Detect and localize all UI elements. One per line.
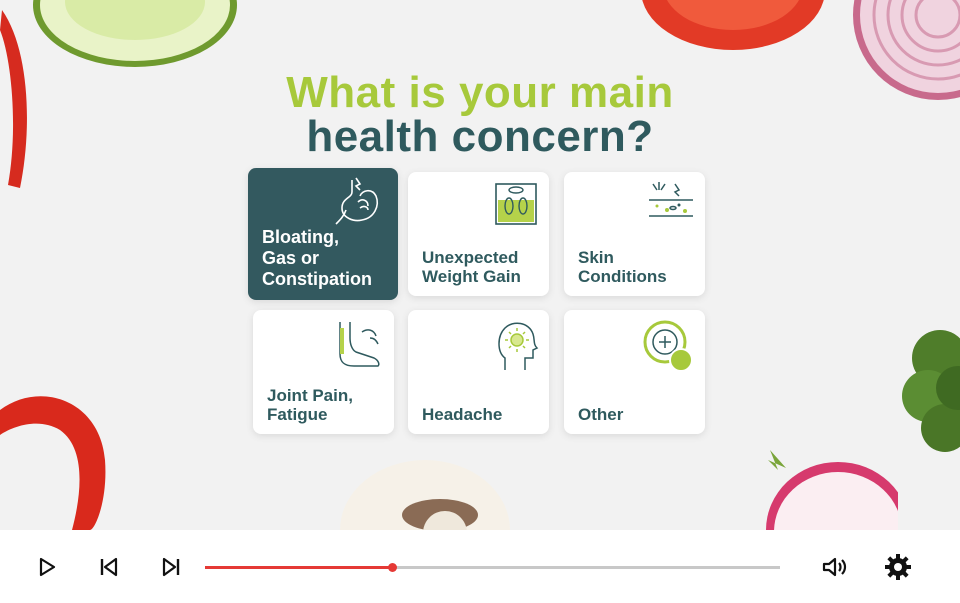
mushroom-image (340, 460, 510, 530)
progress-bar[interactable] (205, 563, 780, 572)
option-label: Joint Pain, Fatigue (267, 386, 353, 424)
option-label: Skin Conditions (578, 248, 667, 286)
progress-knob[interactable] (388, 563, 398, 572)
option-headache[interactable]: Headache (408, 310, 549, 434)
head-icon (495, 318, 539, 377)
red-pepper-ring-image (0, 396, 106, 530)
option-label: Headache (422, 405, 503, 424)
cucumber-slice-image (33, 0, 237, 67)
skin-icon (645, 180, 695, 229)
previous-icon[interactable] (95, 553, 123, 581)
stomach-icon (332, 176, 388, 231)
option-bloating[interactable]: Bloating, Gas or Constipation (248, 168, 398, 300)
option-weight-gain[interactable]: Unexpected Weight Gain (408, 172, 549, 296)
option-label: Unexpected Weight Gain (422, 248, 521, 286)
option-skin-conditions[interactable]: Skin Conditions (564, 172, 705, 296)
plus-circle-icon (643, 318, 695, 377)
broccoli-image (902, 330, 960, 452)
scale-icon (493, 180, 539, 233)
option-other[interactable]: Other (564, 310, 705, 434)
tomato-slice-image (642, 0, 824, 50)
player-controls (0, 530, 960, 603)
question-title-line1: What is your main (286, 68, 674, 117)
video-stage: What is your main health concern? Bloati… (0, 0, 960, 530)
question-title-line2: health concern? (306, 112, 654, 161)
play-icon[interactable] (33, 553, 61, 581)
leg-icon (334, 318, 384, 377)
progress-fill (205, 566, 393, 569)
option-joint-pain[interactable]: Joint Pain, Fatigue (253, 310, 394, 434)
radish-slice-image (766, 450, 898, 530)
settings-icon[interactable] (884, 553, 912, 581)
option-label: Other (578, 405, 624, 424)
next-icon[interactable] (157, 553, 185, 581)
option-label: Bloating, Gas or Constipation (262, 227, 372, 289)
volume-icon[interactable] (820, 553, 848, 581)
